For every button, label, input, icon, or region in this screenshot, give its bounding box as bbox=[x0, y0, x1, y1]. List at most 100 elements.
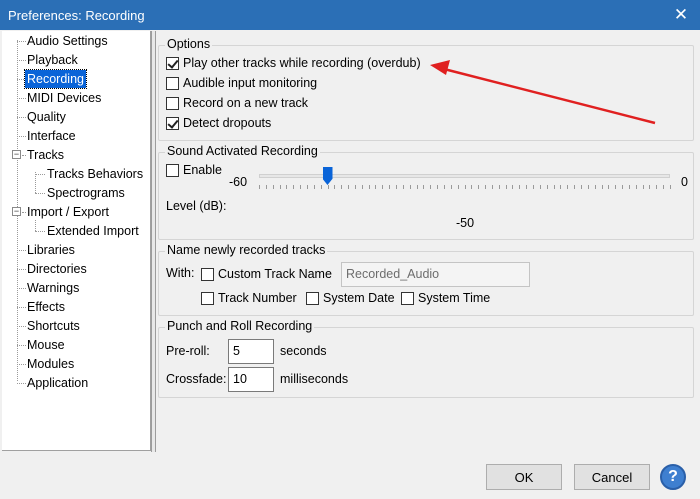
level-slider-tick bbox=[471, 185, 473, 189]
system-time-checkbox[interactable] bbox=[401, 291, 414, 305]
record-new-track-option[interactable]: Record on a new track bbox=[166, 96, 308, 110]
punch-roll-group-label: Punch and Roll Recording bbox=[165, 319, 315, 333]
enable-label: Enable bbox=[183, 163, 222, 177]
level-slider-tick bbox=[464, 185, 466, 189]
level-slider-tick bbox=[409, 185, 411, 189]
level-slider-tick bbox=[341, 185, 343, 189]
tree-connector bbox=[35, 220, 36, 231]
level-slider-tick bbox=[382, 185, 384, 189]
audible-monitoring-label: Audible input monitoring bbox=[183, 76, 318, 90]
level-slider-tick bbox=[628, 185, 630, 189]
options-group: Options Play other tracks while recordin… bbox=[158, 37, 694, 141]
tree-item-libraries[interactable]: Libraries bbox=[25, 241, 77, 259]
audible-monitoring-checkbox[interactable] bbox=[166, 76, 179, 90]
enable-checkbox[interactable] bbox=[166, 163, 179, 177]
level-slider-tick bbox=[478, 185, 480, 189]
tree-item-spectrograms[interactable]: Spectrograms bbox=[45, 184, 127, 202]
level-slider-tick bbox=[423, 185, 425, 189]
level-slider-tick bbox=[635, 185, 637, 189]
level-slider-tick bbox=[615, 185, 617, 189]
level-slider-thumb[interactable] bbox=[322, 167, 333, 185]
level-min-label: -60 bbox=[229, 175, 248, 189]
level-label: Level (dB): bbox=[166, 199, 227, 213]
detect-dropouts-checkbox[interactable] bbox=[166, 116, 179, 130]
level-slider-tick bbox=[505, 185, 507, 189]
level-slider-tick bbox=[642, 185, 644, 189]
level-slider-tick bbox=[402, 185, 404, 189]
collapse-import-export-icon[interactable]: − bbox=[12, 207, 21, 216]
tree-item-interface[interactable]: Interface bbox=[25, 127, 78, 145]
tree-item-recording[interactable]: Recording bbox=[24, 69, 87, 89]
tree-item-extended-import[interactable]: Extended Import bbox=[45, 222, 141, 240]
tree-item-tracks[interactable]: Tracks bbox=[25, 146, 66, 164]
tree-item-import-export[interactable]: Import / Export bbox=[25, 203, 111, 221]
level-slider-tick bbox=[587, 185, 589, 189]
system-date-label: System Date bbox=[323, 291, 395, 305]
close-icon[interactable]: ✕ bbox=[668, 2, 694, 28]
custom-track-name-input[interactable]: Recorded_Audio bbox=[341, 262, 530, 287]
preferences-tree[interactable]: − − Audio Settings Playback Recording MI… bbox=[2, 31, 151, 451]
pane-splitter[interactable] bbox=[151, 31, 156, 452]
enable-option[interactable]: Enable bbox=[166, 163, 222, 177]
level-value-label: -50 bbox=[456, 216, 475, 230]
level-slider-tick bbox=[594, 185, 596, 189]
level-slider-tick bbox=[259, 185, 260, 189]
collapse-tracks-icon[interactable]: − bbox=[12, 150, 21, 159]
system-date-checkbox[interactable] bbox=[306, 291, 319, 305]
sound-activated-group-label: Sound Activated Recording bbox=[165, 144, 320, 158]
tree-item-directories[interactable]: Directories bbox=[25, 260, 89, 278]
level-slider-tick bbox=[670, 185, 671, 189]
preroll-label: Pre-roll: bbox=[166, 344, 210, 358]
audible-monitoring-option[interactable]: Audible input monitoring bbox=[166, 76, 317, 90]
record-new-track-checkbox[interactable] bbox=[166, 96, 179, 110]
level-slider-tick bbox=[457, 185, 459, 189]
level-slider-tick bbox=[526, 185, 528, 189]
tree-item-application[interactable]: Application bbox=[25, 374, 90, 392]
cancel-button[interactable]: Cancel bbox=[574, 464, 650, 490]
level-slider-tick bbox=[663, 185, 665, 189]
custom-track-name-option[interactable]: Custom Track Name bbox=[201, 267, 332, 281]
window-title: Preferences: Recording bbox=[8, 7, 145, 23]
ok-button[interactable]: OK bbox=[486, 464, 562, 490]
system-date-option[interactable]: System Date bbox=[306, 291, 395, 305]
options-group-label: Options bbox=[165, 37, 213, 51]
tree-item-shortcuts[interactable]: Shortcuts bbox=[25, 317, 82, 335]
level-slider-tick bbox=[348, 185, 350, 189]
tree-item-warnings[interactable]: Warnings bbox=[25, 279, 81, 297]
level-slider-tick bbox=[361, 185, 363, 189]
level-slider-tick bbox=[279, 185, 281, 189]
track-naming-group-label: Name newly recorded tracks bbox=[165, 243, 328, 257]
tree-item-quality[interactable]: Quality bbox=[25, 108, 68, 126]
with-label: With: bbox=[166, 266, 195, 280]
level-slider-track[interactable] bbox=[259, 174, 670, 178]
track-number-option[interactable]: Track Number bbox=[201, 291, 297, 305]
tree-item-tracks-behaviors[interactable]: Tracks Behaviors bbox=[45, 165, 145, 183]
tree-item-playback[interactable]: Playback bbox=[25, 51, 80, 69]
level-slider-tick bbox=[443, 185, 445, 189]
level-slider-tick bbox=[375, 185, 377, 189]
level-slider-tick bbox=[567, 185, 569, 189]
play-other-tracks-label: Play other tracks while recording (overd… bbox=[183, 56, 421, 70]
help-icon[interactable]: ? bbox=[660, 464, 686, 490]
system-time-option[interactable]: System Time bbox=[401, 291, 490, 305]
level-slider-tick bbox=[498, 185, 500, 189]
custom-track-name-checkbox[interactable] bbox=[201, 267, 214, 281]
record-new-track-label: Record on a new track bbox=[183, 96, 309, 110]
level-slider-tick bbox=[306, 185, 308, 189]
tree-item-midi-devices[interactable]: MIDI Devices bbox=[25, 89, 103, 107]
play-other-tracks-option[interactable]: Play other tracks while recording (overd… bbox=[166, 56, 421, 70]
tree-item-modules[interactable]: Modules bbox=[25, 355, 76, 373]
track-number-checkbox[interactable] bbox=[201, 291, 214, 305]
tree-item-audio-settings[interactable]: Audio Settings bbox=[25, 32, 110, 50]
detect-dropouts-label: Detect dropouts bbox=[183, 116, 272, 130]
track-number-label: Track Number bbox=[218, 291, 297, 305]
detect-dropouts-option[interactable]: Detect dropouts bbox=[166, 116, 271, 130]
tree-item-effects[interactable]: Effects bbox=[25, 298, 67, 316]
level-slider-tick bbox=[430, 185, 432, 189]
preroll-input[interactable]: 5 bbox=[228, 339, 274, 364]
tree-item-mouse[interactable]: Mouse bbox=[25, 336, 67, 354]
crossfade-input[interactable]: 10 bbox=[228, 367, 274, 392]
play-other-tracks-checkbox[interactable] bbox=[166, 56, 179, 70]
level-slider-tick bbox=[519, 185, 521, 189]
level-slider-tick bbox=[300, 185, 302, 189]
